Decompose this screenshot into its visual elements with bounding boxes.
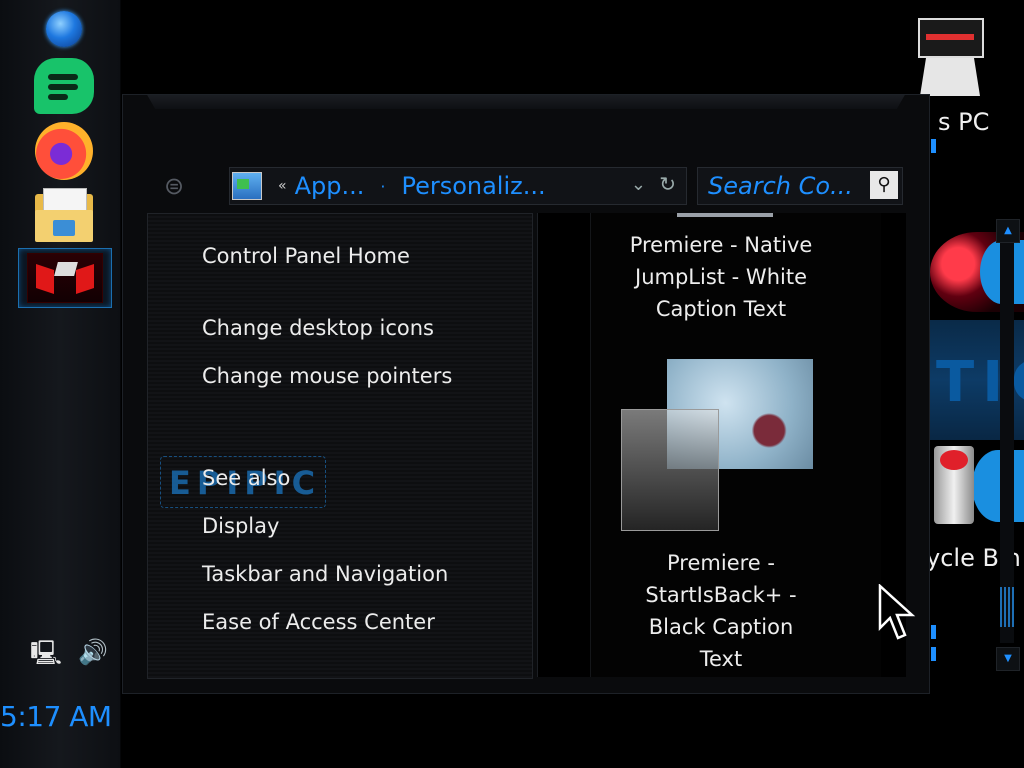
folder-icon: [35, 188, 93, 242]
theme-thumbnail-edge: [677, 213, 773, 217]
theme-preview-startisback[interactable]: [621, 359, 817, 535]
caption-line: Premiere -: [667, 551, 775, 575]
address-bar[interactable]: « App... · Personaliz... ⌄ ↻: [229, 167, 687, 205]
back-forward-icon[interactable]: ⊜: [157, 173, 191, 199]
scrollbar-track[interactable]: [1000, 243, 1014, 643]
taskbar-app-file-explorer[interactable]: [18, 184, 110, 246]
alienware-icon: [27, 253, 103, 303]
control-panel-icon: [232, 172, 262, 200]
control-panel-home-link[interactable]: Control Panel Home: [202, 244, 410, 268]
themes-pane: Premiere - Native JumpList - White Capti…: [537, 213, 1020, 677]
address-chevron[interactable]: «: [278, 178, 287, 194]
volume-icon[interactable]: 🔊: [78, 638, 108, 666]
theme-caption-startisback[interactable]: Premiere - StartIsBack+ - Black Caption …: [591, 547, 851, 675]
taskbar-app-alienware[interactable]: [18, 248, 112, 308]
caption-line: Premiere - Native: [629, 233, 813, 257]
taskbar-app-firefox[interactable]: [18, 120, 110, 182]
window-accent: [931, 139, 936, 153]
taskbar-clock[interactable]: 5:17 AM: [0, 700, 120, 733]
themes-list: Premiere - Native JumpList - White Capti…: [590, 213, 881, 677]
display-link[interactable]: Display: [202, 514, 279, 538]
window-accent: [931, 625, 936, 639]
scroll-down-button[interactable]: ▼: [996, 647, 1020, 671]
taskbar-navigation-link[interactable]: Taskbar and Navigation: [202, 562, 448, 586]
breadcrumb-appearance[interactable]: App...: [295, 172, 365, 200]
theme-caption-native-jumplist[interactable]: Premiere - Native JumpList - White Capti…: [591, 229, 851, 325]
start-orb-icon: [46, 11, 82, 47]
caption-line: Text: [699, 647, 743, 671]
start-orb-button[interactable]: [18, 0, 110, 58]
caption-line: StartIsBack+ -: [645, 583, 797, 607]
change-desktop-icons-link[interactable]: Change desktop icons: [202, 316, 434, 340]
control-panel-window: ⊜ « App... · Personaliz... ⌄ ↻ ⚲ Control…: [122, 94, 1020, 694]
refresh-icon[interactable]: ↻: [659, 172, 676, 196]
google-docs-icon: [34, 58, 94, 114]
window-accent: [931, 647, 936, 661]
search-box: ⚲: [697, 167, 903, 205]
caption-line: JumpList - White: [635, 265, 807, 289]
firefox-icon: [35, 122, 93, 180]
task-pane: Control Panel Home Change desktop icons …: [147, 213, 533, 679]
network-icon[interactable]: 🖳: [30, 636, 62, 677]
ease-of-access-link[interactable]: Ease of Access Center: [202, 610, 435, 634]
taskbar: 🖳 🔊 5:17 AM: [0, 0, 121, 768]
see-also-heading: See also: [202, 466, 291, 490]
change-mouse-pointers-link[interactable]: Change mouse pointers: [202, 364, 452, 388]
mouse-cursor-icon: [878, 584, 916, 640]
window-color-swatch: [621, 409, 719, 531]
breadcrumb-separator: ·: [380, 176, 386, 196]
window-title-bar[interactable]: [147, 95, 905, 109]
search-icon[interactable]: ⚲: [870, 171, 898, 199]
chevron-down-icon[interactable]: ⌄: [631, 174, 646, 195]
scrollbar-thumb[interactable]: [1000, 587, 1014, 627]
this-pc-label: s PC: [938, 108, 990, 136]
caption-line: Caption Text: [655, 297, 787, 321]
search-input[interactable]: [706, 172, 868, 200]
breadcrumb-personalization[interactable]: Personaliz...: [401, 172, 545, 200]
scroll-up-button[interactable]: ▲: [996, 219, 1020, 243]
caption-line: Black Caption: [648, 615, 794, 639]
this-pc-icon[interactable]: [914, 18, 986, 98]
taskbar-app-docs[interactable]: [18, 56, 110, 116]
